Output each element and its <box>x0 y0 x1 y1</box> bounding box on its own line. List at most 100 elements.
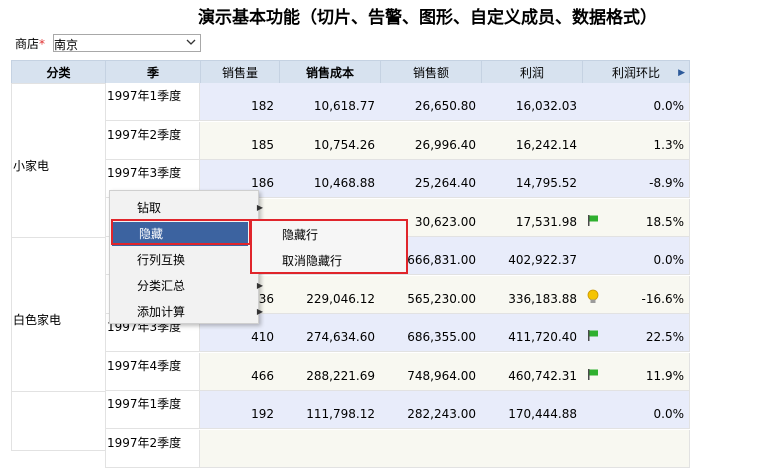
ratio-cell[interactable]: 0.0% <box>582 391 690 429</box>
submenu-arrow-icon: ▶ <box>256 307 263 316</box>
ratio-cell[interactable]: 11.9% <box>582 352 690 391</box>
qty-cell[interactable]: 192 <box>200 391 280 429</box>
profit-value: 17,531.98 <box>515 214 577 229</box>
profit-cell[interactable]: 16,242.14 <box>481 121 583 160</box>
cost-cell[interactable]: 229,046.12 <box>279 275 381 314</box>
header-sales[interactable]: 销售额 <box>380 60 482 84</box>
menu-item-swap-rows-cols[interactable]: 行列互换 <box>110 248 258 272</box>
cost-cell[interactable]: 10,618.77 <box>279 83 381 121</box>
quarter-cell[interactable]: 1997年4季度 <box>105 352 200 391</box>
header-quantity[interactable]: 销售量 <box>200 60 280 84</box>
profit-cell[interactable]: 14,795.52 <box>481 160 583 198</box>
menu-item-label: 行列互换 <box>137 253 186 267</box>
quarter-cell[interactable]: 1997年1季度 <box>105 391 200 429</box>
qty-value: 410 <box>251 330 274 344</box>
sales-cell[interactable]: 25,264.40 <box>380 160 482 198</box>
header-cost[interactable]: 销售成本 <box>279 60 381 84</box>
profit-cell[interactable]: 17,531.98 <box>481 198 583 237</box>
cost-value: 288,221.69 <box>306 368 375 383</box>
ratio-cell[interactable]: -8.9% <box>582 160 690 198</box>
cost-value: 111,798.12 <box>306 407 375 421</box>
ratio-cell[interactable]: 0.0% <box>582 237 690 275</box>
store-select[interactable]: 南京 <box>53 34 201 52</box>
quarter-cell[interactable]: 1997年2季度 <box>105 121 200 160</box>
qty-cell[interactable] <box>200 429 280 468</box>
lightbulb-icon <box>587 289 599 303</box>
qty-cell[interactable]: 182 <box>200 83 280 121</box>
submenu-item-unhide-row[interactable]: 取消隐藏行 <box>282 251 342 271</box>
sales-cell[interactable]: 748,964.00 <box>380 352 482 391</box>
ratio-cell[interactable]: 18.5% <box>582 198 690 237</box>
scroll-right-icon[interactable]: ▶ <box>678 61 685 85</box>
sales-cell[interactable]: 686,355.00 <box>380 314 482 352</box>
menu-item-subtotal[interactable]: 分类汇总 ▶ <box>110 274 263 298</box>
profit-value: 16,242.14 <box>515 137 577 152</box>
qty-cell[interactable]: 185 <box>200 121 280 160</box>
sales-cell[interactable] <box>380 429 482 468</box>
sales-cell[interactable]: 26,650.80 <box>380 83 482 121</box>
chevron-down-icon[interactable] <box>185 35 197 52</box>
submenu-arrow-icon: ▶ <box>256 203 263 212</box>
profit-cell[interactable]: 16,032.03 <box>481 83 583 121</box>
header-category[interactable]: 分类 <box>11 60 106 84</box>
profit-cell[interactable]: 411,720.40 <box>481 314 583 352</box>
profit-cell[interactable]: 402,922.37 <box>481 237 583 275</box>
sales-cell[interactable]: 565,230.00 <box>380 275 482 314</box>
store-filter-label: 商店* <box>15 35 45 52</box>
cost-cell[interactable]: 10,754.26 <box>279 121 381 160</box>
profit-value: 16,032.03 <box>515 99 577 113</box>
ratio-cell[interactable]: 22.5% <box>582 314 690 352</box>
quarter-cell[interactable]: 1997年2季度 <box>105 429 200 468</box>
ratio-value: 0.0% <box>653 253 685 267</box>
header-profit[interactable]: 利润 <box>481 60 583 84</box>
menu-item-add-calculation[interactable]: 添加计算 ▶ <box>110 300 263 324</box>
sales-value: 26,996.40 <box>414 137 476 152</box>
sales-value: 30,623.00 <box>414 214 476 229</box>
ratio-value: -8.9% <box>649 176 684 190</box>
cost-cell[interactable] <box>279 429 381 468</box>
cost-value: 274,634.60 <box>306 330 375 344</box>
ratio-cell[interactable]: 1.3% <box>582 121 690 160</box>
sales-cell[interactable]: 26,996.40 <box>380 121 482 160</box>
cost-cell[interactable]: 10,468.88 <box>279 160 381 198</box>
category-cell[interactable]: 白色家电 <box>11 237 106 392</box>
header-quarter[interactable]: 季 <box>105 60 201 84</box>
qty-value: 185 <box>251 137 274 152</box>
cost-value: 229,046.12 <box>306 291 375 306</box>
cost-cell[interactable]: 288,221.69 <box>279 352 381 391</box>
ratio-cell[interactable] <box>582 429 690 468</box>
cost-cell[interactable]: 111,798.12 <box>279 391 381 429</box>
profit-cell[interactable] <box>481 429 583 468</box>
ratio-value: 18.5% <box>645 214 684 229</box>
profit-cell[interactable]: 336,183.88 <box>481 275 583 314</box>
quarter-label: 1997年4季度 <box>107 358 182 373</box>
profit-cell[interactable]: 170,444.88 <box>481 391 583 429</box>
sales-value: 686,355.00 <box>407 330 476 344</box>
required-mark: * <box>39 37 46 51</box>
report-title: 演示基本功能（切片、告警、图形、自定义成员、数据格式） <box>198 8 657 28</box>
profit-value: 460,742.31 <box>508 368 577 383</box>
active-item-highlight <box>111 219 251 245</box>
cost-value: 10,754.26 <box>313 137 375 152</box>
header-profit-ratio[interactable]: 利润环比 ▶ <box>582 60 690 84</box>
profit-value: 14,795.52 <box>515 176 577 190</box>
quarter-cell[interactable]: 1997年1季度 <box>105 83 200 121</box>
profit-cell[interactable]: 460,742.31 <box>481 352 583 391</box>
profit-value: 170,444.88 <box>508 407 577 421</box>
menu-item-drill[interactable]: 钻取 ▶ <box>110 196 263 220</box>
sales-value: 748,964.00 <box>407 368 476 383</box>
sales-cell[interactable]: 282,243.00 <box>380 391 482 429</box>
sales-value: 666,831.00 <box>407 253 476 267</box>
ratio-cell[interactable]: -16.6% <box>582 275 690 314</box>
quarter-label: 1997年1季度 <box>107 89 182 103</box>
ratio-cell[interactable]: 0.0% <box>582 83 690 121</box>
green-flag-icon <box>588 330 598 341</box>
submenu-item-hide-row[interactable]: 隐藏行 <box>282 225 318 245</box>
qty-cell[interactable]: 466 <box>200 352 280 391</box>
cost-cell[interactable]: 274,634.60 <box>279 314 381 352</box>
category-label: 白色家电 <box>13 313 62 327</box>
category-cell[interactable] <box>11 391 106 451</box>
menu-item-label: 分类汇总 <box>137 279 186 293</box>
sales-value: 25,264.40 <box>414 176 476 190</box>
category-cell[interactable]: 小家电 <box>11 83 106 238</box>
